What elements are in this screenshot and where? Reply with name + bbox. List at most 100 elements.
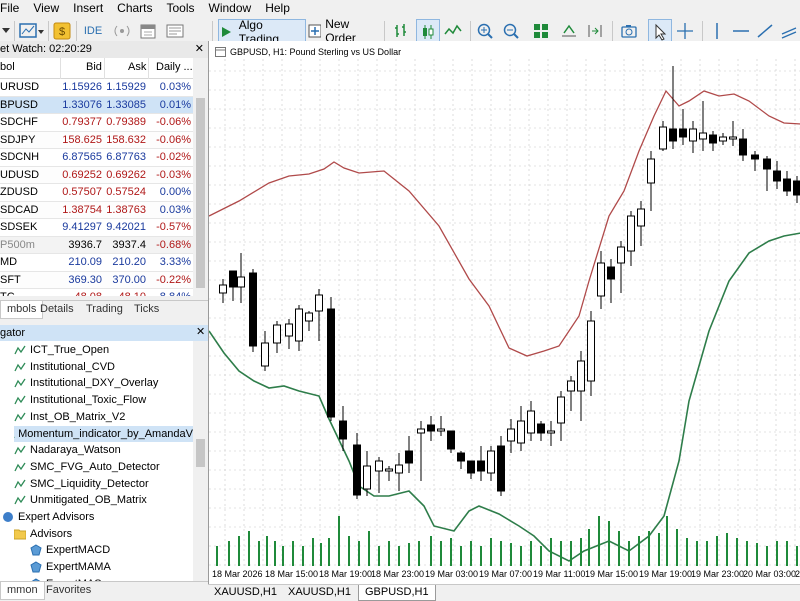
menu-file[interactable]: File [0, 1, 33, 15]
navigator-item[interactable]: Inst_OB_Matrix_V2 [14, 409, 125, 425]
crosshair-icon[interactable] [674, 19, 696, 43]
dropdown-arrow-icon[interactable] [0, 19, 12, 43]
table-row[interactable]: SFT369.30370.00-0.22% [0, 272, 193, 290]
chart-shift-icon[interactable] [584, 19, 606, 43]
navigator-item[interactable]: Nadaraya_Watson [14, 442, 121, 458]
new-order-button[interactable]: New Order [308, 19, 380, 43]
tab-common[interactable]: mmon [0, 582, 45, 600]
table-row[interactable]: ZDUSD0.575070.575240.00% [0, 184, 193, 202]
market-watch-scrollbar[interactable] [193, 58, 208, 296]
ask-cell: 0.57524 [105, 186, 146, 198]
symbol-cell: BPUSD [0, 99, 38, 111]
table-row[interactable]: MD210.09210.203.33% [0, 254, 193, 272]
horizontal-line-icon[interactable] [730, 19, 752, 43]
price-chart[interactable]: 18 Mar 202618 Mar 15:0018 Mar 19:0018 Ma… [209, 41, 800, 584]
tab-favorites[interactable]: Favorites [40, 582, 97, 599]
coin-icon[interactable]: $ [52, 19, 72, 43]
menu-insert[interactable]: Insert [73, 1, 117, 15]
close-icon[interactable]: ✕ [196, 326, 207, 339]
navigator-item[interactable]: ICT_True_Open [14, 342, 109, 358]
candle-body [286, 324, 293, 336]
x-tick-label: 20 Mar 03:00 [743, 569, 796, 579]
navigator-item[interactable]: Institutional_CVD [14, 359, 115, 375]
tab-ticks[interactable]: Ticks [128, 301, 165, 318]
candle-body [568, 381, 575, 391]
column-symbol[interactable]: bol [0, 61, 15, 73]
line-chart-icon[interactable] [442, 19, 464, 43]
menu-help[interactable]: Help [265, 1, 304, 15]
menu-view[interactable]: View [33, 1, 73, 15]
indicator-icon [14, 494, 26, 506]
table-row[interactable]: SDJPY158.625158.632-0.06% [0, 132, 193, 150]
close-icon[interactable]: ✕ [195, 41, 204, 58]
candle-body [406, 451, 413, 463]
bid-cell: 210.09 [60, 256, 102, 268]
chart-tab-3[interactable]: GBPUSD,H1 [358, 585, 436, 601]
table-row[interactable]: BPUSD1.330761.330850.01% [0, 97, 193, 115]
ide-button[interactable]: IDE [80, 19, 106, 43]
navigator-item[interactable]: ExpertMACD [30, 542, 110, 558]
ask-cell: 6.87763 [105, 151, 146, 163]
column-ask[interactable]: Ask [128, 61, 146, 73]
ask-cell: 3937.4 [105, 239, 146, 251]
ask-cell: 9.42021 [105, 221, 146, 233]
navigator-item[interactable]: Expert Advisors [2, 509, 94, 525]
channel-icon[interactable] [778, 19, 800, 43]
symbol-cell: TC [0, 291, 15, 296]
bar-chart-icon[interactable] [390, 19, 412, 43]
column-bid[interactable]: Bid [86, 61, 102, 73]
navigator-item-label: Expert Advisors [18, 511, 94, 523]
svg-text:$: $ [59, 26, 65, 38]
screenshot-icon[interactable] [618, 19, 640, 43]
symbol-cell: SDCAD [0, 204, 39, 216]
candle-body [784, 179, 791, 191]
tab-details[interactable]: Details [34, 301, 80, 318]
candle-body [418, 429, 425, 433]
symbol-cell: P500m [0, 239, 35, 251]
candle-body [340, 421, 347, 439]
candle-body [386, 469, 393, 471]
trend-line-icon[interactable] [754, 19, 776, 43]
navigator-item[interactable]: ExpertMAMA [30, 559, 111, 575]
signal-icon[interactable] [110, 19, 134, 43]
x-tick-label: 18 Mar 15:00 [265, 569, 318, 579]
chart-tab-1[interactable]: XAUUSD,H1 [208, 585, 283, 600]
table-row[interactable]: P500m3936.73937.4-0.68% [0, 237, 193, 255]
navigator-scrollbar[interactable] [193, 341, 208, 581]
news-icon[interactable] [164, 19, 186, 43]
table-row[interactable]: URUSD1.159261.159290.03% [0, 79, 193, 97]
menu-charts[interactable]: Charts [117, 1, 166, 15]
table-row[interactable]: TC48.0848.108.84% [0, 289, 193, 296]
tab-trading[interactable]: Trading [80, 301, 129, 318]
menu-window[interactable]: Window [209, 1, 266, 15]
zoom-out-icon[interactable] [500, 19, 522, 43]
candle-body [508, 429, 515, 441]
navigator-item[interactable]: Advisors [14, 526, 72, 542]
ask-cell: 210.20 [105, 256, 146, 268]
navigator-item[interactable]: SMC_Liquidity_Detector [14, 476, 149, 492]
bid-cell: 158.625 [60, 134, 102, 146]
autoscroll-icon[interactable] [558, 19, 580, 43]
table-row[interactable]: UDUSD0.692520.69262-0.03% [0, 167, 193, 185]
table-row[interactable]: SDCAD1.387541.387630.03% [0, 202, 193, 220]
navigator-item[interactable]: Institutional_DXY_Overlay [14, 375, 158, 391]
chart-type-icon[interactable] [18, 19, 46, 43]
vertical-line-icon[interactable] [706, 19, 728, 43]
chart-title: GBPUSD, H1: Pound Sterling vs US Dollar [230, 47, 401, 57]
navigator-item[interactable]: Momentum_indicator_by_AmandaV [14, 426, 193, 442]
chart-window[interactable]: 18 Mar 202618 Mar 15:0018 Mar 19:0018 Ma… [208, 41, 800, 584]
navigator-item[interactable]: Unmitigated_OB_Matrix [14, 492, 147, 508]
table-row[interactable]: SDSEK9.412979.42021-0.57% [0, 219, 193, 237]
table-row[interactable]: SDCNH6.875656.87763-0.02% [0, 149, 193, 167]
table-row[interactable]: SDCHF0.793770.79389-0.06% [0, 114, 193, 132]
chart-tab-2[interactable]: XAUUSD,H1 [282, 585, 357, 600]
menu-tools[interactable]: Tools [167, 1, 209, 15]
navigator-item[interactable]: Institutional_Toxic_Flow [14, 392, 146, 408]
calendar-icon[interactable] [138, 19, 158, 43]
zoom-in-icon[interactable] [474, 19, 496, 43]
candle-body [448, 431, 455, 449]
ask-cell: 370.00 [105, 274, 146, 286]
column-daily-change[interactable]: Daily ... [156, 61, 193, 73]
tile-windows-icon[interactable] [530, 19, 552, 43]
navigator-item[interactable]: SMC_FVG_Auto_Detector [14, 459, 160, 475]
